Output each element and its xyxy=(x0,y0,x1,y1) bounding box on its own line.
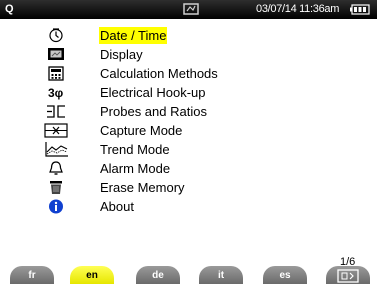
next-page-icon xyxy=(337,269,359,283)
menu-item-label: Trend Mode xyxy=(100,142,170,157)
info-icon xyxy=(42,197,70,216)
next-page-button[interactable] xyxy=(326,266,370,284)
display-icon xyxy=(42,45,70,64)
menu-item-erase-memory[interactable]: Erase Memory xyxy=(0,178,377,197)
menu-item-label: Capture Mode xyxy=(100,123,183,138)
menu-item-label: Alarm Mode xyxy=(100,161,171,176)
menu-item-label: Erase Memory xyxy=(100,180,185,195)
menu-item-label: Calculation Methods xyxy=(100,66,218,81)
mode-icon xyxy=(183,3,199,15)
calculator-icon xyxy=(42,64,70,83)
clock-icon xyxy=(42,26,70,45)
tab-language-es[interactable]: es xyxy=(263,266,307,284)
battery-icon xyxy=(350,4,370,15)
menu-item-probes-ratios[interactable]: Probes and Ratios xyxy=(0,102,377,121)
bell-icon xyxy=(42,159,70,178)
menu-item-about[interactable]: About xyxy=(0,197,377,216)
menu-item-calculation-methods[interactable]: Calculation Methods xyxy=(0,64,377,83)
trend-icon xyxy=(42,140,70,159)
tab-label: it xyxy=(217,270,225,281)
svg-text:3φ: 3φ xyxy=(48,86,64,100)
capture-icon xyxy=(42,121,70,140)
tab-label: de xyxy=(152,270,164,281)
tab-language-it[interactable]: it xyxy=(199,266,243,284)
tab-language-en[interactable]: en xyxy=(70,266,114,284)
menu-item-label: Date / Time xyxy=(99,27,168,44)
menu-item-alarm-mode[interactable]: Alarm Mode xyxy=(0,159,377,178)
tab-language-de[interactable]: de xyxy=(136,266,180,284)
menu-item-label: Electrical Hook-up xyxy=(100,85,206,100)
tab-label: en xyxy=(86,270,98,281)
menu-item-electrical-hookup[interactable]: 3φ Electrical Hook-up xyxy=(0,83,377,102)
menu-item-trend-mode[interactable]: Trend Mode xyxy=(0,140,377,159)
device-logo: Q xyxy=(5,3,14,15)
status-bar: Q 03/07/14 11:36am xyxy=(0,0,377,19)
tab-label: es xyxy=(279,270,291,281)
three-phase-icon: 3φ xyxy=(42,83,70,102)
menu-item-display[interactable]: Display xyxy=(0,45,377,64)
menu-item-label: Probes and Ratios xyxy=(100,104,207,119)
menu-item-label: About xyxy=(100,199,134,214)
status-datetime: 03/07/14 11:36am xyxy=(256,3,340,15)
tab-label: fr xyxy=(28,270,36,281)
setup-screen: Q 03/07/14 11:36am Date / Time Display C… xyxy=(0,0,377,284)
menu-item-date-time[interactable]: Date / Time xyxy=(0,26,377,45)
tab-language-fr[interactable]: fr xyxy=(10,266,54,284)
menu-item-capture-mode[interactable]: Capture Mode xyxy=(0,121,377,140)
menu-item-label: Display xyxy=(100,47,143,62)
trash-icon xyxy=(42,178,70,197)
probe-icon xyxy=(42,102,70,121)
